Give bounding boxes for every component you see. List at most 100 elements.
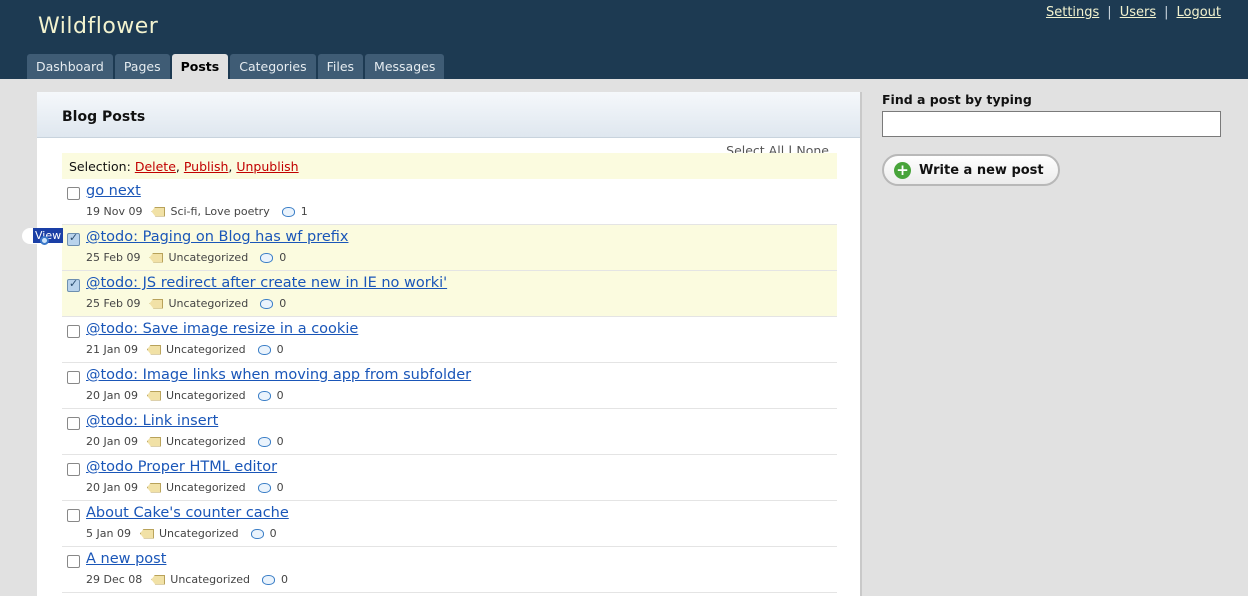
post-date: 25 Feb 09 [86, 251, 141, 264]
post-checkbox[interactable] [67, 555, 80, 568]
post-title-link[interactable]: @todo: Link insert [86, 413, 218, 429]
post-title-link[interactable]: go next [86, 183, 141, 199]
post-date: 25 Feb 09 [86, 297, 141, 310]
post-comment-count: 0 [279, 251, 287, 264]
main-tabs: Dashboard Pages Posts Categories Files Messag… [27, 54, 446, 79]
post-date: 29 Dec 08 [86, 573, 143, 586]
post-categories: Sci-fi, Love poetry [170, 205, 270, 218]
panel-header: Blog Posts [37, 92, 860, 138]
comment-icon [257, 436, 271, 447]
comment-icon [257, 482, 271, 493]
post-checkbox[interactable] [67, 187, 80, 200]
post-date: 21 Jan 09 [86, 343, 138, 356]
post-comment-count: 0 [279, 297, 287, 310]
tag-icon [149, 252, 164, 263]
logout-link[interactable]: Logout [1176, 5, 1221, 20]
sidebar: Find a post by typing + Write a new post [882, 92, 1222, 186]
site-title: Wildflower [38, 14, 159, 39]
header: Wildflower Settings | Users | Logout Dashboa… [0, 0, 1248, 79]
view-tooltip[interactable]: View [22, 226, 64, 246]
post-date: 19 Nov 09 [86, 205, 143, 218]
post-categories: Uncategorized [165, 481, 246, 494]
post-categories: Uncategorized [165, 343, 246, 356]
post-title-link[interactable]: @todo Proper HTML editor [86, 459, 277, 475]
comment-icon [257, 344, 271, 355]
post-checkbox[interactable] [67, 417, 80, 430]
post-row: About Cake's counter cache 5 Jan 09 Uncate… [62, 501, 837, 547]
post-row: @todo: JS redirect after create new in I… [62, 271, 837, 317]
post-meta: 25 Feb 09 Uncategorized 0 [86, 251, 286, 264]
post-checkbox[interactable] [67, 371, 80, 384]
post-row: @todo: Save image resize in a cookie 21 J… [62, 317, 837, 363]
post-row: @todo: Link insert 20 Jan 09 Uncategorized… [62, 409, 837, 455]
tab-posts[interactable]: Posts [171, 54, 229, 79]
tag-icon [146, 436, 161, 447]
tab-messages[interactable]: Messages [365, 54, 445, 79]
post-date: 20 Jan 09 [86, 435, 138, 448]
tab-categories[interactable]: Categories [230, 54, 316, 79]
post-meta: 29 Dec 08 Uncategorized 0 [86, 573, 288, 586]
post-date: 5 Jan 09 [86, 527, 131, 540]
post-meta: 20 Jan 09 Uncategorized 0 [86, 481, 284, 494]
post-checkbox[interactable] [67, 277, 80, 292]
write-new-post-label: Write a new post [919, 162, 1044, 178]
post-row: @todo Proper HTML editor 20 Jan 09 Uncateg… [62, 455, 837, 501]
post-categories: Uncategorized [165, 435, 246, 448]
post-comment-count: 0 [269, 527, 277, 540]
post-comment-count: 0 [276, 435, 284, 448]
tag-icon [146, 482, 161, 493]
post-title-link[interactable]: @todo: Save image resize in a cookie [86, 321, 358, 337]
post-row: A new post 29 Dec 08 Uncategorized 0 [62, 547, 837, 593]
tag-icon [149, 298, 164, 309]
delete-action-link[interactable]: Delete [135, 159, 176, 174]
comment-icon [262, 574, 275, 585]
selection-bar: Selection: Delete, Publish, Unpublish [62, 153, 837, 179]
post-list: go next 19 Nov 09 Sci-fi, Love poetry 1 @tod… [62, 179, 837, 593]
top-links: Settings | Users | Logout [1046, 5, 1221, 20]
separator: | [1107, 5, 1112, 20]
comment-icon [257, 390, 271, 401]
post-title-link[interactable]: @todo: Paging on Blog has wf prefix [86, 229, 348, 245]
comment-icon [260, 252, 274, 263]
post-meta: 20 Jan 09 Uncategorized 0 [86, 435, 284, 448]
unpublish-action-link[interactable]: Unpublish [236, 159, 298, 174]
find-post-input[interactable] [882, 111, 1221, 137]
comment-icon [281, 206, 295, 217]
selection-label: Selection: [69, 159, 131, 174]
settings-link[interactable]: Settings [1046, 5, 1099, 20]
post-meta: 21 Jan 09 Uncategorized 0 [86, 343, 284, 356]
post-checkbox[interactable] [67, 509, 80, 522]
blog-posts-panel: Blog Posts Select All | None Selection: … [37, 92, 862, 596]
panel-title: Blog Posts [62, 109, 146, 125]
tab-dashboard[interactable]: Dashboard [27, 54, 113, 79]
post-comment-count: 1 [300, 205, 308, 218]
tag-icon [151, 206, 166, 217]
post-date: 20 Jan 09 [86, 481, 138, 494]
post-checkbox[interactable] [67, 231, 80, 246]
post-meta: 20 Jan 09 Uncategorized 0 [86, 389, 284, 402]
tab-files[interactable]: Files [317, 54, 364, 79]
post-title-link[interactable]: @todo: JS redirect after create new in I… [86, 275, 447, 291]
post-meta: 5 Jan 09 Uncategorized 0 [86, 527, 277, 540]
post-categories: Uncategorized [170, 573, 250, 586]
publish-action-link[interactable]: Publish [184, 159, 229, 174]
magnifier-icon [40, 236, 49, 245]
tab-pages[interactable]: Pages [114, 54, 170, 79]
post-comment-count: 0 [281, 573, 288, 586]
separator: | [1164, 5, 1169, 20]
post-title-link[interactable]: About Cake's counter cache [86, 505, 289, 521]
find-post-label: Find a post by typing [882, 92, 1032, 107]
comment-icon [250, 528, 264, 539]
post-categories: Uncategorized [168, 251, 249, 264]
post-comment-count: 0 [276, 481, 284, 494]
post-comment-count: 0 [276, 389, 284, 402]
post-comment-count: 0 [276, 343, 284, 356]
post-row: @todo: Paging on Blog has wf prefix 25 Fe… [62, 225, 837, 271]
users-link[interactable]: Users [1120, 5, 1156, 20]
post-checkbox[interactable] [67, 463, 80, 476]
post-title-link[interactable]: A new post [86, 551, 166, 567]
post-title-link[interactable]: @todo: Image links when moving app from … [86, 367, 471, 383]
post-meta: 19 Nov 09 Sci-fi, Love poetry 1 [86, 205, 308, 218]
post-checkbox[interactable] [67, 325, 80, 338]
write-new-post-button[interactable]: + Write a new post [882, 154, 1060, 186]
